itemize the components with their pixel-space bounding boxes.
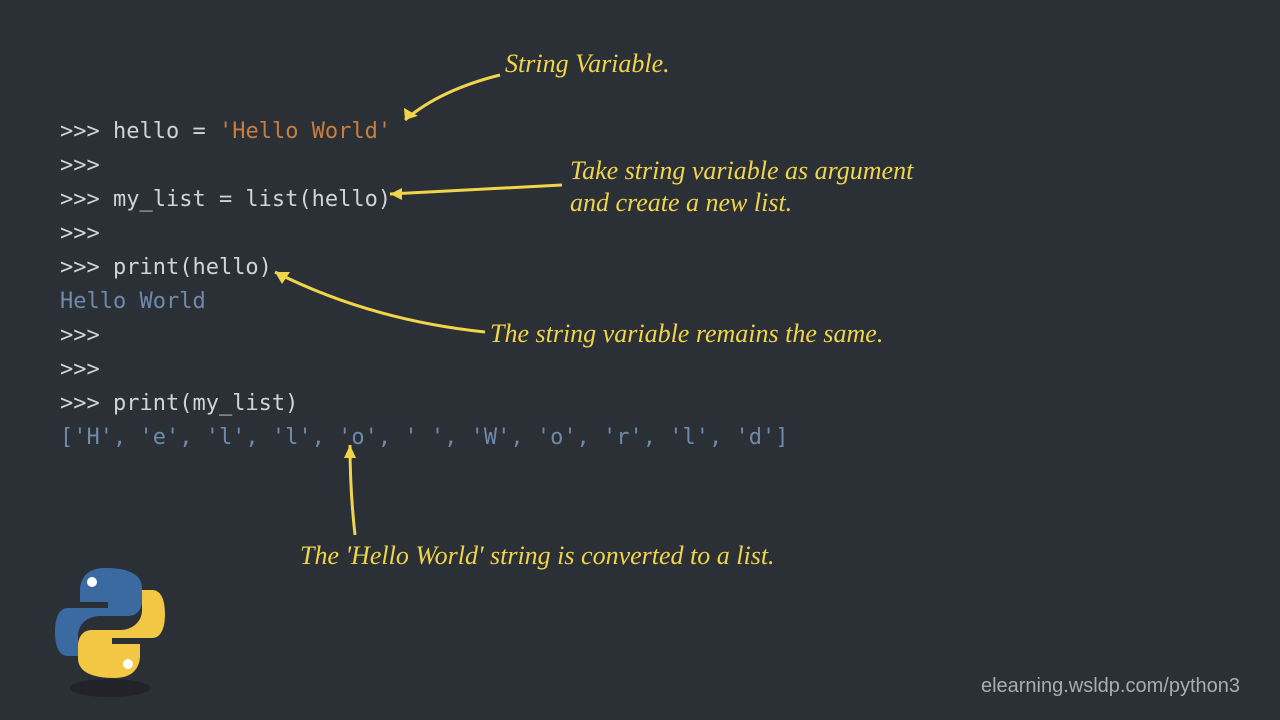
footer-url: elearning.wsldp.com/python3 [981,675,1240,698]
python-logo-icon [50,560,170,700]
arrow-icon [0,0,1280,720]
